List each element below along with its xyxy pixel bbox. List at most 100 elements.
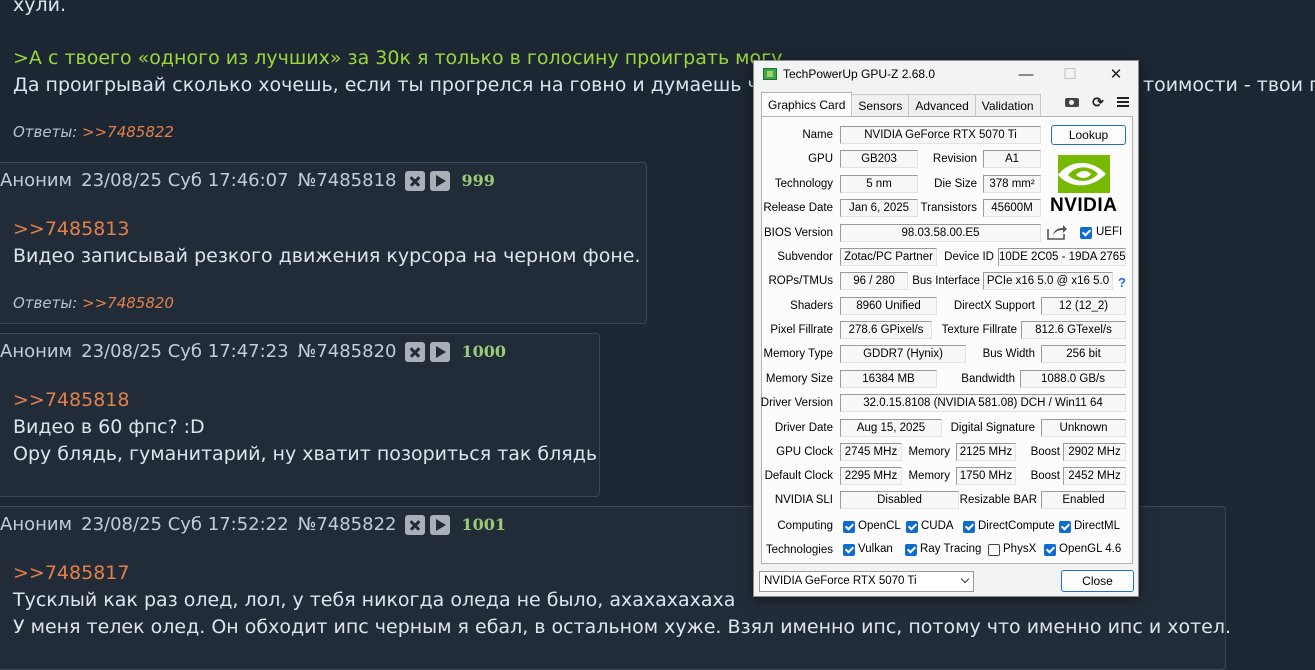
directcompute-checkbox[interactable] (963, 521, 975, 533)
camera-icon[interactable] (1064, 95, 1080, 109)
gpu-clock-field[interactable]: 2745 MHz (840, 443, 902, 461)
technology-field[interactable]: 5 nm (840, 175, 918, 193)
tab-advanced[interactable]: Advanced (908, 94, 976, 116)
opencl-checkbox[interactable] (843, 521, 855, 533)
default-boost-field[interactable]: 2452 MHz (1063, 467, 1126, 485)
nvidia-sli-field[interactable]: Disabled (840, 491, 959, 509)
name-field[interactable]: NVIDIA GeForce RTX 5070 Ti (840, 126, 1041, 144)
transistors-field[interactable]: 45600M (983, 199, 1041, 217)
boost-clock-field[interactable]: 2902 MHz (1063, 443, 1126, 461)
subvendor-field[interactable]: Zotac/PC Partner (840, 248, 937, 266)
replies-label: Ответы: (13, 294, 78, 312)
tab-bar: Graphics Card Sensors Advanced Validatio… (761, 92, 1041, 116)
texture-fillrate-label: Texture Fillrate (941, 324, 1017, 336)
tab-validation[interactable]: Validation (974, 94, 1041, 116)
digital-signature-field[interactable]: Unknown (1041, 419, 1126, 437)
tab-graphics-card[interactable]: Graphics Card (761, 92, 853, 116)
share-icon[interactable] (1046, 223, 1068, 241)
reply-to-link[interactable]: >>7485813 (13, 216, 129, 243)
ray-tracing-checkbox[interactable] (905, 544, 917, 556)
default-boost-label: Boost (1030, 470, 1060, 482)
die-size-field[interactable]: 378 mm² (983, 175, 1041, 193)
bios-version-field[interactable]: 98.03.58.00.E5 (840, 224, 1041, 242)
directx-support-field[interactable]: 12 (12_2) (1041, 297, 1126, 315)
memory-size-field[interactable]: 16384 MB (840, 370, 937, 388)
post-text: хули. (13, 0, 67, 16)
maximize-button[interactable]: ☐ (1060, 65, 1080, 85)
driver-date-label: Driver Date (774, 422, 833, 434)
pixel-fillrate-label: Pixel Fillrate (770, 324, 833, 336)
reply-link[interactable]: >>7485820 (82, 294, 174, 312)
driver-date-field[interactable]: Aug 15, 2025 (840, 419, 942, 437)
opencl-label: OpenCL (858, 520, 901, 532)
pixel-fillrate-field[interactable]: 278.6 GPixel/s (840, 321, 932, 339)
post-number[interactable]: №7485822 (298, 514, 397, 535)
computing-label: Computing (777, 520, 833, 532)
tab-sensors[interactable]: Sensors (851, 94, 910, 116)
revision-label: Revision (932, 153, 977, 165)
post-number[interactable]: №7485820 (298, 341, 397, 362)
cuda-checkbox[interactable] (906, 521, 918, 533)
gpu-select-value: NVIDIA GeForce RTX 5070 Ti (764, 575, 917, 587)
close-window-button[interactable]: ✕ (1106, 65, 1126, 85)
hide-post-icon[interactable] (405, 341, 426, 362)
shaders-field[interactable]: 8960 Unified (840, 297, 937, 315)
post-header: Аноним 23/08/25 Суб 17:46:07 №7485818 99… (0, 170, 495, 191)
window-title: TechPowerUp GPU-Z 2.68.0 (783, 67, 936, 81)
chevron-down-icon (960, 574, 970, 584)
lookup-button[interactable]: Lookup (1051, 125, 1126, 145)
memory-clock-field[interactable]: 2125 MHz (956, 443, 1016, 461)
reply-to-link[interactable]: >>7485817 (13, 560, 129, 587)
close-button[interactable]: Close (1061, 570, 1134, 592)
resizable-bar-field[interactable]: Enabled (1041, 491, 1126, 509)
reply-link[interactable]: >>7485822 (82, 123, 174, 141)
menu-icon[interactable] (1115, 95, 1131, 109)
post-text: Видео записывай резкого движения курсора… (13, 245, 641, 267)
play-icon[interactable] (430, 170, 451, 191)
replies-line: Ответы: >>7485822 (13, 123, 174, 141)
resizable-bar-label: Resizable BAR (959, 494, 1037, 506)
default-memory-field[interactable]: 1750 MHz (956, 467, 1016, 485)
uefi-checkbox[interactable] (1080, 227, 1092, 239)
gpu-select-dropdown[interactable]: NVIDIA GeForce RTX 5070 Ti (759, 571, 974, 592)
replies-label: Ответы: (13, 123, 78, 141)
device-id-label: Device ID (944, 251, 994, 263)
post-header: Аноним 23/08/25 Суб 17:52:22 №7485822 10… (0, 514, 506, 535)
directml-checkbox[interactable] (1059, 521, 1071, 533)
bus-interface-field[interactable]: PCIe x16 5.0 @ x16 5.0 (983, 272, 1113, 290)
default-clock-field[interactable]: 2295 MHz (840, 467, 902, 485)
uefi-label: UEFI (1096, 226, 1123, 238)
help-icon[interactable]: ? (1118, 275, 1126, 290)
post-text: Тусклый как раз олед, лол, у тебя никогд… (13, 589, 736, 611)
physx-label: PhysX (1003, 543, 1037, 555)
hide-post-icon[interactable] (405, 514, 426, 535)
device-id-field[interactable]: 10DE 2C05 - 19DA 2765 (998, 248, 1126, 266)
die-size-label: Die Size (934, 178, 977, 190)
bandwidth-field[interactable]: 1088.0 GB/s (1020, 370, 1126, 388)
play-icon[interactable] (430, 341, 451, 362)
vulkan-checkbox[interactable] (843, 544, 855, 556)
hide-post-icon[interactable] (405, 170, 426, 191)
bus-width-label: Bus Width (982, 348, 1035, 360)
texture-fillrate-field[interactable]: 812.6 GTexel/s (1021, 321, 1126, 339)
digital-signature-label: Digital Signature (950, 422, 1035, 434)
refresh-icon[interactable]: ⟳ (1090, 95, 1106, 109)
release-date-field[interactable]: Jan 6, 2025 (840, 199, 918, 217)
memory-type-field[interactable]: GDDR7 (Hynix) (840, 345, 966, 363)
rops-tmus-field[interactable]: 96 / 280 (840, 272, 908, 290)
release-date-label: Release Date (763, 202, 833, 214)
driver-version-label: Driver Version (760, 397, 833, 409)
opengl-checkbox[interactable] (1044, 544, 1056, 556)
post-date: 23/08/25 Суб 17:46:07 (81, 170, 289, 191)
driver-version-field[interactable]: 32.0.15.8108 (NVIDIA 581.08) DCH / Win11… (840, 394, 1126, 412)
play-icon[interactable] (430, 514, 451, 535)
revision-field[interactable]: A1 (983, 150, 1041, 168)
physx-checkbox[interactable] (988, 544, 1000, 556)
name-label: Name (802, 129, 833, 141)
post-number[interactable]: №7485818 (298, 170, 397, 191)
reply-to-link[interactable]: >>7485818 (13, 387, 129, 414)
minimize-button[interactable]: — (1016, 65, 1036, 85)
bus-width-field[interactable]: 256 bit (1041, 345, 1126, 363)
title-bar[interactable]: TechPowerUp GPU-Z 2.68.0 — ☐ ✕ (754, 61, 1138, 89)
gpu-field[interactable]: GB203 (840, 150, 918, 168)
